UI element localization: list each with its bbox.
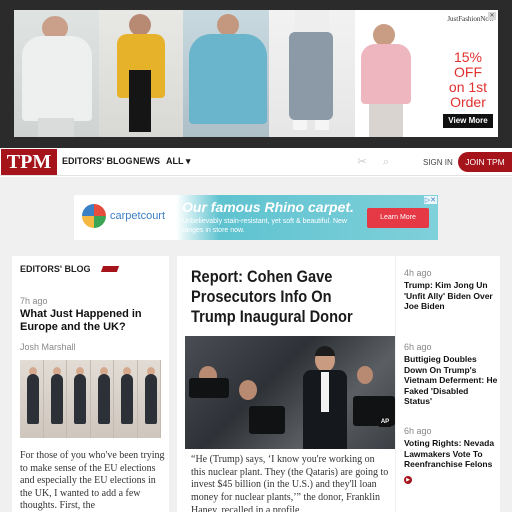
chevron-down-icon: ▾: [185, 156, 191, 166]
ad-model-image-4: [269, 10, 355, 137]
lead-story-headline[interactable]: Report: Cohen Gave Prosecutors Info On T…: [191, 267, 363, 327]
ad-offer-line-2: on 1st: [448, 79, 488, 95]
ad-view-more-button[interactable]: View More: [443, 114, 493, 128]
rail-item-title[interactable]: Voting Rights: Nevada Lawmakers Vote To …: [404, 438, 498, 470]
sign-in-link[interactable]: SIGN IN: [423, 158, 453, 167]
ad-offer-line-3: Order: [450, 94, 486, 110]
main-navigation: TPM EDITORS' BLOG NEWS ALL ▾ ✂ ⌕ SIGN IN…: [0, 148, 512, 176]
tools-icon[interactable]: ✂: [356, 156, 368, 168]
ad-offer-line-1: 15% OFF: [453, 49, 483, 80]
rail-item-title[interactable]: Trump: Kim Jong Un 'Unfit Ally' Biden Ov…: [404, 280, 498, 312]
rail-item[interactable]: 4h ago Trump: Kim Jong Un 'Unfit Ally' B…: [404, 268, 498, 312]
rail-item[interactable]: 6h ago Buttigieg Doubles Down On Trump's…: [404, 342, 498, 407]
rail-item-time: 6h ago: [404, 342, 432, 352]
rail-item-title[interactable]: Buttigieg Doubles Down On Trump's Vietna…: [404, 354, 498, 407]
nav-news[interactable]: NEWS: [133, 156, 160, 166]
banner-learn-more-button[interactable]: Learn More: [367, 208, 429, 228]
ad-model-image-3: [183, 10, 269, 137]
tpm-logo[interactable]: TPM: [1, 149, 57, 175]
nav-all-label: ALL: [166, 156, 184, 166]
post-timestamp: 7h ago: [20, 296, 48, 306]
post-excerpt: For those of you who've been trying to m…: [20, 450, 165, 511]
heading-accent: [100, 266, 120, 272]
prime-badge-icon: ▶: [404, 475, 412, 484]
ad-model-image-2: [99, 10, 183, 137]
post-author[interactable]: Josh Marshall: [20, 342, 76, 352]
nav-editors-blog[interactable]: EDITORS' BLOG: [62, 156, 132, 166]
post-title-link[interactable]: What Just Happened in Europe and the UK?: [20, 308, 160, 334]
ad-offer-copy: JustFashionNow 15% OFF on 1st Order View…: [439, 10, 498, 137]
post-thumbnail[interactable]: [20, 360, 161, 438]
ad-close-icon[interactable]: ✕: [488, 12, 496, 20]
join-tpm-button[interactable]: JOIN TPM: [458, 152, 512, 172]
top-advertisement[interactable]: JustFashionNow 15% OFF on 1st Order View…: [0, 0, 512, 148]
carpet-ad-banner[interactable]: carpetcourt Our famous Rhino carpet. Unb…: [74, 195, 438, 240]
ad-model-image-1: [14, 10, 99, 137]
carpetcourt-logo-icon: [82, 204, 106, 228]
banner-brand: carpetcourt: [110, 210, 166, 222]
banner-headline: Our famous Rhino carpet.: [182, 199, 354, 215]
banner-subline: Unbelievably stain-resistant, yet soft &…: [182, 218, 347, 234]
ap-badge: AP: [379, 418, 391, 427]
fashion-ad-banner[interactable]: JustFashionNow 15% OFF on 1st Order View…: [14, 10, 498, 137]
ad-brand-name: JustFashionNow: [447, 15, 494, 23]
editors-blog-column: EDITORS' BLOG 7h ago What Just Happened …: [12, 256, 169, 512]
nav-all[interactable]: ALL ▾: [166, 156, 190, 167]
rail-item-time: 6h ago: [404, 426, 432, 436]
search-icon[interactable]: ⌕: [380, 156, 392, 168]
adchoices-icon[interactable]: ▷✕: [423, 196, 437, 204]
lead-story-photo[interactable]: AP: [185, 336, 395, 449]
rail-item[interactable]: 6h ago Voting Rights: Nevada Lawmakers V…: [404, 426, 498, 488]
ad-offer-panel[interactable]: JustFashionNow 15% OFF on 1st Order View…: [355, 10, 498, 137]
lead-story-excerpt: “He (Trump) says, ‘I know you're working…: [191, 454, 389, 512]
ad-offer-text: 15% OFF on 1st Order: [439, 50, 497, 110]
news-rail-column: 4h ago Trump: Kim Jong Un 'Unfit Ally' B…: [396, 256, 500, 512]
rail-item-time: 4h ago: [404, 268, 432, 278]
editors-blog-heading[interactable]: EDITORS' BLOG: [20, 264, 90, 274]
lead-story-column: Report: Cohen Gave Prosecutors Info On T…: [177, 256, 395, 512]
